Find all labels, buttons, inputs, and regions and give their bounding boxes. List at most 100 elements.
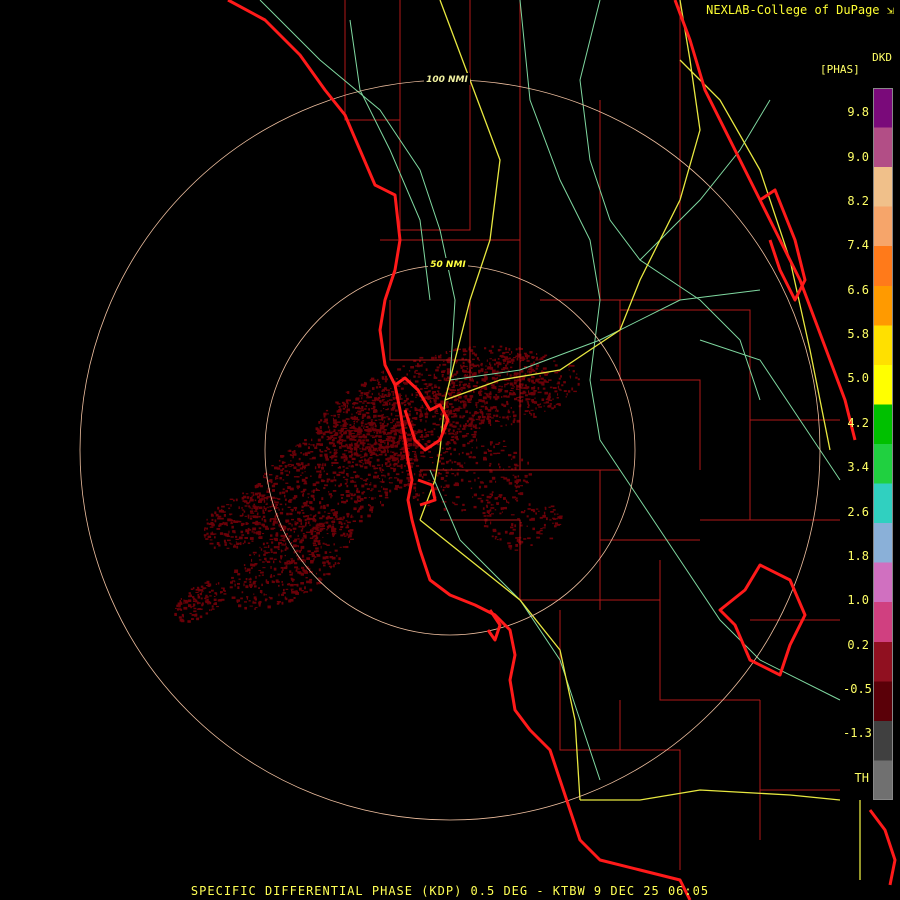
echo-pixel xyxy=(360,450,363,452)
echo-pixel xyxy=(342,439,347,442)
echo-pixel xyxy=(371,452,373,456)
echo-pixel xyxy=(463,370,468,373)
echo-pixel xyxy=(326,504,329,507)
echo-pixel xyxy=(358,407,362,410)
echo-pixel xyxy=(388,478,390,480)
echo-pixel xyxy=(542,527,546,529)
echo-pixel xyxy=(304,442,308,446)
echo-pixel xyxy=(333,437,337,439)
echo-pixel xyxy=(373,428,377,431)
echo-pixel xyxy=(332,535,335,537)
echo-pixel xyxy=(375,467,379,470)
echo-pixel xyxy=(533,386,536,390)
echo-pixel xyxy=(284,465,287,468)
echo-pixel xyxy=(371,511,373,513)
echo-pixel xyxy=(494,388,497,390)
echo-pixel xyxy=(174,613,177,616)
echo-pixel xyxy=(544,410,546,412)
echo-pixel xyxy=(226,547,230,549)
echo-pixel xyxy=(287,450,290,452)
echo-pixel xyxy=(527,461,529,465)
echo-pixel xyxy=(284,554,286,557)
echo-pixel xyxy=(223,523,225,525)
echo-pixel xyxy=(550,511,554,513)
echo-pixel xyxy=(301,505,304,509)
echo-pixel xyxy=(229,513,233,515)
echo-pixel xyxy=(215,592,218,596)
echo-pixel xyxy=(454,474,456,477)
echo-pixel xyxy=(487,366,491,370)
echo-pixel xyxy=(289,454,292,456)
echo-pixel xyxy=(434,356,437,359)
echo-pixel xyxy=(300,573,304,576)
echo-pixel xyxy=(467,399,470,403)
echo-pixel xyxy=(222,588,225,592)
echo-pixel xyxy=(211,533,215,536)
echo-pixel xyxy=(276,467,281,470)
echo-pixel xyxy=(400,387,404,390)
echo-pixel xyxy=(341,444,343,447)
echo-pixel xyxy=(490,384,495,387)
echo-pixel xyxy=(393,402,397,405)
echo-pixel xyxy=(192,587,195,590)
echo-pixel xyxy=(326,439,329,441)
echo-pixel xyxy=(382,378,386,380)
echo-pixel xyxy=(384,375,387,379)
echo-pixel xyxy=(346,524,349,527)
echo-pixel xyxy=(563,381,566,384)
echo-pixel xyxy=(361,424,363,427)
echo-pixel xyxy=(355,397,360,401)
echo-pixel xyxy=(459,383,461,387)
echo-pixel xyxy=(351,426,355,429)
echo-pixel xyxy=(332,523,334,526)
echo-pixel xyxy=(459,424,462,428)
echo-pixel xyxy=(473,493,476,497)
echo-pixel xyxy=(287,528,289,531)
echo-pixel xyxy=(472,385,476,388)
echo-pixel xyxy=(470,451,473,454)
echo-pixel xyxy=(543,511,546,515)
echo-pixel xyxy=(282,525,286,529)
echo-pixel xyxy=(309,581,312,584)
echo-pixel xyxy=(491,513,494,515)
echo-pixel xyxy=(530,518,533,521)
echo-pixel xyxy=(527,378,531,381)
echo-pixel xyxy=(329,517,332,520)
echo-pixel xyxy=(554,513,556,516)
echo-pixel xyxy=(346,430,351,432)
echo-pixel xyxy=(295,549,299,553)
echo-pixel xyxy=(387,417,391,421)
echo-pixel xyxy=(262,561,265,563)
echo-pixel xyxy=(291,518,294,521)
echo-pixel xyxy=(549,386,553,389)
echo-pixel xyxy=(336,449,338,451)
echo-pixel xyxy=(494,497,498,500)
echo-pixel xyxy=(406,470,409,472)
echo-pixel xyxy=(379,469,381,472)
echo-pixel xyxy=(490,443,492,446)
echo-pixel xyxy=(204,597,207,600)
echo-pixel xyxy=(327,525,330,529)
echo-pixel xyxy=(475,402,479,404)
echo-pixel xyxy=(336,554,338,557)
echo-pixel xyxy=(217,517,221,520)
echo-pixel xyxy=(252,581,256,585)
echo-pixel xyxy=(554,390,558,393)
echo-pixel xyxy=(478,485,481,489)
echo-pixel xyxy=(316,581,318,585)
echo-pixel xyxy=(477,477,480,479)
echo-pixel xyxy=(495,410,497,412)
echo-pixel xyxy=(201,591,203,593)
echo-pixel xyxy=(233,544,236,547)
echo-pixel xyxy=(419,419,423,421)
echo-pixel xyxy=(444,480,447,482)
echo-pixel xyxy=(416,412,418,415)
echo-pixel xyxy=(354,475,358,479)
echo-pixel xyxy=(304,471,306,473)
echo-pixel xyxy=(264,519,267,523)
echo-pixel xyxy=(281,601,284,605)
echo-pixel xyxy=(200,597,203,600)
echo-pixel xyxy=(376,450,379,452)
echo-pixel xyxy=(395,452,398,454)
echo-pixel xyxy=(519,492,524,496)
